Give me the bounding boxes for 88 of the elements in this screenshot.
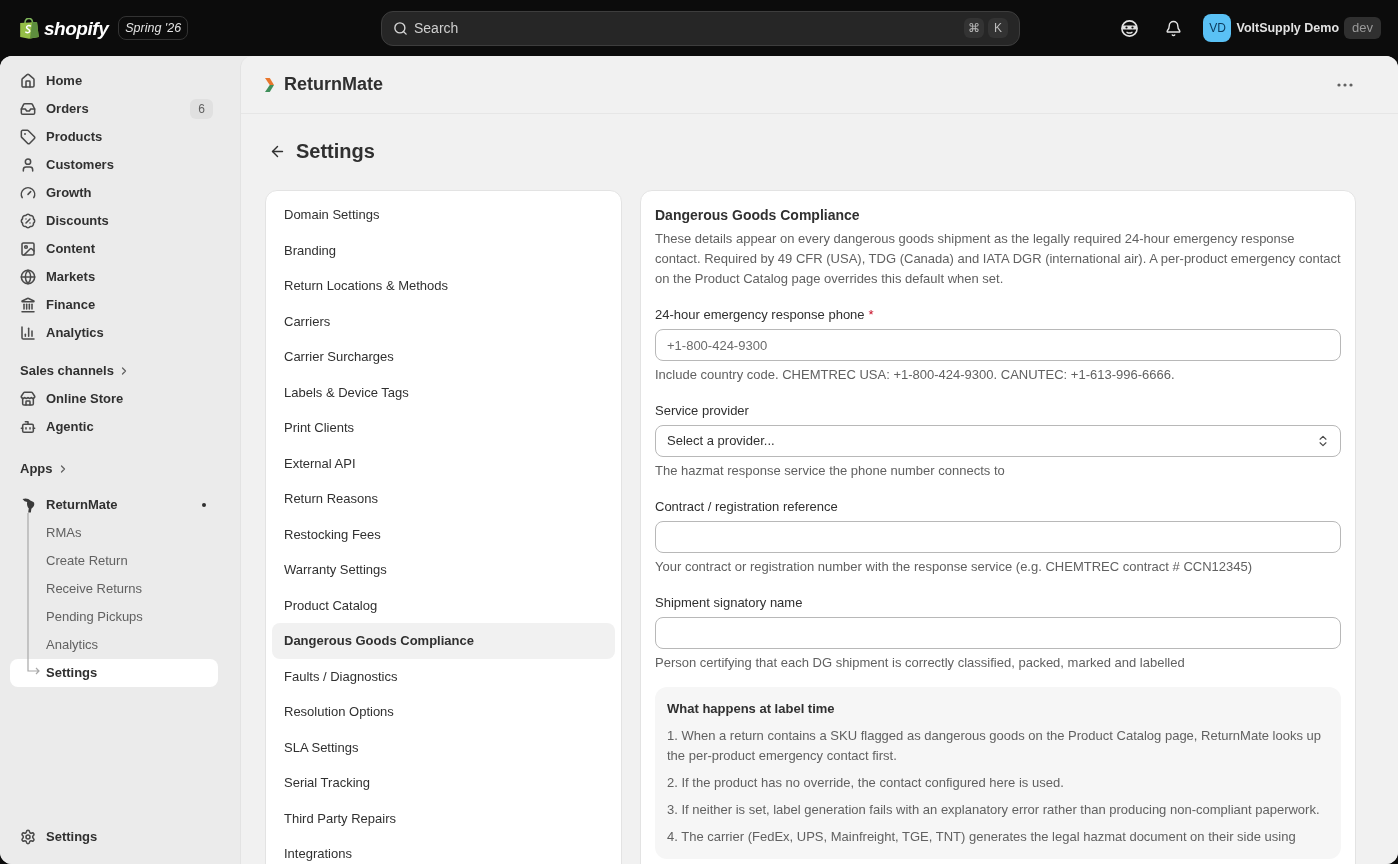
settings-nav-item[interactable]: Carriers — [272, 303, 615, 339]
settings-nav-item[interactable]: Third Party Repairs — [272, 800, 615, 836]
field-label: Shipment signatory name — [655, 594, 804, 612]
app-title: ReturnMate — [284, 73, 383, 96]
settings-nav-item[interactable]: Carrier Surcharges — [272, 339, 615, 375]
sidebar-item[interactable]: Customers — [10, 151, 218, 179]
home-icon — [20, 73, 36, 89]
settings-nav-item[interactable]: Serial Tracking — [272, 765, 615, 801]
brand-wordmark: shopify — [44, 18, 109, 38]
image-icon — [20, 241, 36, 257]
field-label: Service provider — [655, 402, 750, 420]
settings-nav-item[interactable]: Branding — [272, 232, 615, 268]
sidebar-item[interactable]: Orders — [10, 95, 190, 123]
settings-nav-item[interactable]: SLA Settings — [272, 729, 615, 765]
sidebar-item[interactable]: Finance — [10, 291, 218, 319]
sidebar-item[interactable]: Home — [10, 67, 218, 95]
ellipsis-icon — [1337, 82, 1353, 87]
face-icon — [1120, 19, 1138, 37]
edition-badge: Spring '26 — [118, 16, 189, 40]
settings-nav-item[interactable]: Restocking Fees — [272, 516, 615, 552]
settings-nav-item[interactable]: Labels & Device Tags — [272, 374, 615, 410]
field-label: Contract / registration reference — [655, 498, 839, 516]
settings-nav-item[interactable]: Faults / Diagnostics — [272, 658, 615, 694]
input-field[interactable] — [655, 521, 1341, 553]
bank-icon — [20, 297, 36, 313]
percent-badge-icon — [20, 213, 36, 229]
sidebar-item[interactable]: Content — [10, 235, 218, 263]
settings-nav-item[interactable]: Warranty Settings — [272, 552, 615, 588]
settings-nav-item[interactable]: External API — [272, 445, 615, 481]
settings-icon — [20, 829, 36, 845]
inbox-icon — [20, 101, 36, 117]
section-heading[interactable]: Sales channels — [10, 357, 140, 385]
info-step: 3. If neither is set, label generation fails with an explanatory error rather than producing non-compliant paperwork. — [667, 800, 1329, 820]
globe-icon — [20, 269, 36, 285]
section-title: Dangerous Goods Compliance — [655, 206, 861, 225]
sidebar-item[interactable]: Analytics — [10, 319, 218, 347]
gauge-icon — [20, 185, 36, 201]
avatar: VD — [1203, 14, 1232, 42]
robot-icon — [20, 419, 36, 435]
sidebar-item[interactable]: Agentic — [10, 413, 218, 441]
input-field[interactable]: +1-800-424-9300 — [655, 329, 1341, 361]
sidebar-item[interactable]: Settings — [10, 659, 218, 687]
sidebar-item[interactable]: Receive Returns — [10, 575, 218, 603]
bar-chart-icon — [20, 325, 36, 341]
sidebar-item[interactable]: Online Store — [10, 385, 218, 413]
section-heading[interactable]: Apps — [10, 455, 79, 483]
page-title: Settings — [296, 139, 375, 164]
select-field[interactable]: Select a provider... — [655, 425, 1341, 457]
count-badge: 6 — [190, 99, 213, 119]
bell-icon — [1164, 19, 1182, 37]
sidebar-item[interactable]: Markets — [10, 263, 218, 291]
section-description: These details appear on every dangerous goods shipment as the legally required 24-hour emergency response contact. Required by 49 CFR (USA), TDG (Canada) and IATA DGR (international air). A per-product emergency contact on the Product Catalog page overrides this default when set. — [655, 230, 1341, 288]
input-field[interactable] — [655, 617, 1341, 649]
field-label: 24-hour emergency response phone * — [655, 306, 875, 324]
chevron-logo-icon — [265, 77, 274, 92]
store-icon — [20, 391, 36, 407]
settings-nav-item[interactable]: Print Clients — [272, 410, 615, 446]
sidebar-item[interactable]: Growth — [10, 179, 218, 207]
help-text: The hazmat response service the phone number connects to — [655, 462, 1006, 480]
person-icon — [20, 157, 36, 173]
help-text: Include country code. CHEMTREC USA: +1-800-424-9300. CANUTEC: +1-613-996-6666. — [655, 366, 1176, 384]
sidebar-item[interactable]: RMAs — [10, 519, 218, 547]
shopping-bag-icon — [20, 17, 39, 39]
tag-icon — [20, 129, 36, 145]
settings-nav-item[interactable]: Product Catalog — [272, 587, 615, 623]
settings-nav-item[interactable]: Domain Settings — [272, 197, 615, 233]
sidebar-item[interactable]: Pending Pickups — [10, 603, 218, 631]
info-step: 1. When a return contains a SKU flagged as dangerous goods on the Product Catalog page, ReturnMate looks up the per-product emergency contact first. — [667, 726, 1329, 766]
settings-nav-item[interactable]: Dangerous Goods Compliance — [272, 623, 615, 659]
settings-nav-item[interactable]: Return Reasons — [272, 481, 615, 517]
sidebar-item[interactable]: Settings — [10, 823, 218, 851]
app-icon — [21, 497, 35, 513]
store-name: VoltSupply Demo — [1236, 19, 1340, 37]
environment-badge: dev — [1344, 17, 1381, 39]
settings-nav-item[interactable]: Resolution Options — [272, 694, 615, 730]
info-step: 2. If the product has no override, the contact configured here is used. — [667, 773, 1329, 793]
settings-nav-item[interactable]: Integrations — [272, 836, 615, 864]
sidebar-item[interactable]: Products — [10, 123, 218, 151]
info-step: 4. The carrier (FedEx, UPS, Mainfreight, TGE, TNT) generates the legal hazmat document on their side using — [667, 827, 1329, 847]
search-icon — [393, 20, 408, 36]
sidebar-item[interactable]: Analytics — [10, 631, 218, 659]
settings-nav-item[interactable]: Return Locations & Methods — [272, 268, 615, 304]
help-text: Person certifying that each DG shipment is correctly classified, packed, marked and labelled — [655, 654, 1186, 672]
sidebar-item[interactable]: Create Return — [10, 547, 218, 575]
sidebar-item[interactable]: Discounts — [10, 207, 218, 235]
sidebar-item[interactable]: ReturnMate — [10, 491, 202, 519]
help-text: Your contract or registration number with the response service (e.g. CHEMTREC contract # CCN12345) — [655, 558, 1254, 576]
info-title: What happens at label time — [667, 700, 836, 718]
